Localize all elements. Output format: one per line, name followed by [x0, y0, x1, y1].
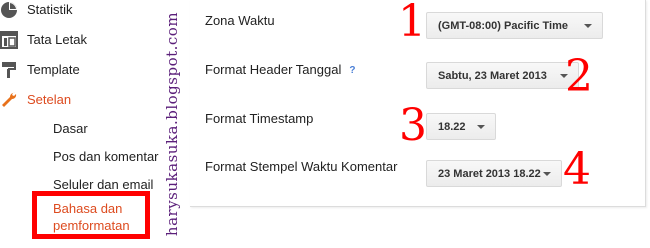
- date-header-format-dropdown[interactable]: Sabtu, 23 Maret 2013: [426, 62, 579, 89]
- sidebar-subitem-line-1: Bahasa dan: [53, 201, 123, 216]
- annotation-number-2: 2: [565, 51, 593, 102]
- label-format-timestamp: Format Timestamp: [205, 111, 314, 126]
- timezone-value: (GMT-08:00) Pacific Time: [438, 19, 569, 32]
- chevron-down-icon: [477, 125, 485, 129]
- sidebar-item-label: Setelan: [27, 92, 72, 107]
- sidebar-item-label: Tata Letak: [27, 32, 87, 47]
- paint-roller-icon: [2, 62, 16, 78]
- sidebar-subitem-pos-dan-komentar[interactable]: Pos dan komentar: [53, 149, 159, 164]
- help-icon[interactable]: ?: [349, 65, 355, 76]
- watermark: harysukasuka.blogspot.com: [152, 0, 192, 248]
- pie-chart-icon: [1, 2, 17, 18]
- date-header-format-value: Sabtu, 23 Maret 2013: [438, 69, 547, 82]
- comment-timestamp-format-value: 23 Maret 2013 18.22: [438, 167, 541, 180]
- sidebar-subitem-seluler-dan-email[interactable]: Seluler dan email: [53, 177, 153, 192]
- sidebar-subitem-dasar[interactable]: Dasar: [53, 121, 88, 136]
- annotation-number-3: 3: [399, 100, 427, 151]
- chevron-down-icon: [584, 24, 592, 28]
- sidebar-subitem-bahasa-dan-pemformatan[interactable]: Bahasa dan pemformatan: [53, 200, 130, 234]
- watermark-text: harysukasuka.blogspot.com: [163, 11, 181, 237]
- label-text: Format Header Tanggal: [205, 62, 342, 77]
- comment-timestamp-format-dropdown[interactable]: 23 Maret 2013 18.22: [426, 160, 562, 187]
- sidebar-item-label: Statistik: [27, 2, 73, 17]
- label-zona-waktu: Zona Waktu: [205, 13, 275, 28]
- settings-panel: Zona Waktu (GMT-08:00) Pacific Time 1 Fo…: [190, 0, 646, 207]
- sidebar-subitem-line-2: pemformatan: [53, 218, 130, 233]
- annotation-number-4: 4: [563, 144, 591, 195]
- chevron-down-icon: [543, 172, 551, 176]
- annotation-number-1: 1: [398, 0, 426, 47]
- timestamp-format-value: 18.22: [438, 120, 466, 133]
- layout-icon: [0, 31, 18, 49]
- label-format-header-tanggal: Format Header Tanggal?: [205, 62, 355, 77]
- timezone-dropdown[interactable]: (GMT-08:00) Pacific Time: [426, 12, 603, 39]
- label-format-stempel-waktu-komentar: Format Stempel Waktu Komentar: [205, 159, 398, 174]
- wrench-icon: [2, 92, 17, 107]
- sidebar-item-label: Template: [27, 62, 80, 77]
- timestamp-format-dropdown[interactable]: 18.22: [426, 113, 496, 140]
